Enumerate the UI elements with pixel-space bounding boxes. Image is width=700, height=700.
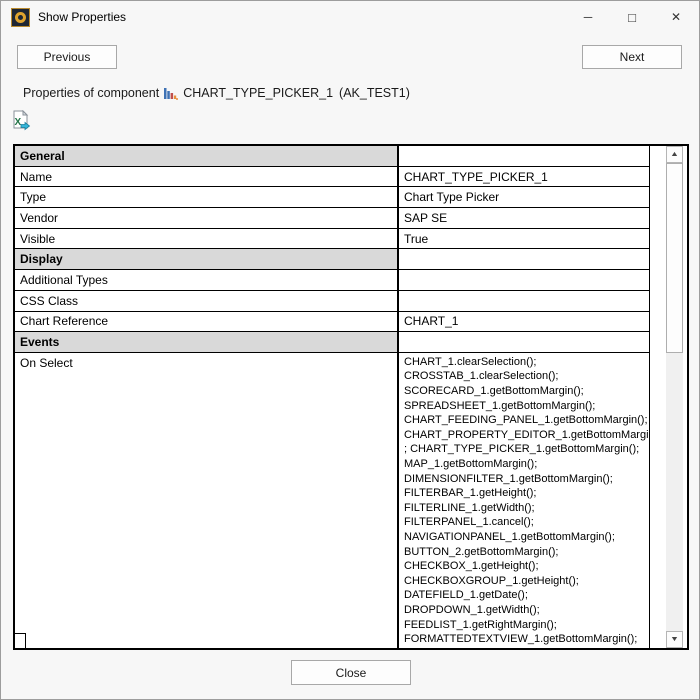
code-line: SPREADSHEET_1.getBottomMargin(); [404,399,649,414]
properties-table-rows: GeneralNameCHART_TYPE_PICKER_1TypeChart … [15,146,650,648]
property-label: On Select [15,353,399,648]
property-value[interactable]: Chart Type Picker [399,187,649,207]
code-line: FILTERLINE_1.getWidth(); [404,501,649,516]
code-line: FILTERPANEL_1.cancel(); [404,515,649,530]
code-line: FEEDLIST_1.getRightMargin(); [404,618,649,633]
table-bottom-notch [15,633,26,648]
table-row[interactable]: Events [15,332,649,353]
property-label: CSS Class [15,291,399,311]
table-row[interactable]: General [15,146,649,167]
property-label: Additional Types [15,270,399,290]
table-row[interactable]: Additional Types [15,270,649,291]
property-value [399,332,649,352]
property-value[interactable] [399,270,649,290]
property-value[interactable]: CHART_1 [399,312,649,332]
section-header-label: General [15,146,399,166]
property-value [399,249,649,269]
property-label: Name [15,167,399,187]
property-label: Visible [15,229,399,249]
table-row[interactable]: CSS Class [15,291,649,312]
code-line: ; CHART_TYPE_PICKER_1.getBottomMargin(); [404,442,649,457]
section-header-label: Display [15,249,399,269]
section-header-label: Events [15,332,399,352]
close-button[interactable]: Close [291,660,411,685]
code-line: CROSSTAB_1.clearSelection(); [404,369,649,384]
close-icon: ✕ [671,11,681,23]
property-label: Vendor [15,208,399,228]
svg-text:X: X [15,117,22,128]
code-line: CHECKBOXGROUP_1.getHeight(); [404,574,649,589]
window-title: Show Properties [38,10,126,24]
previous-button[interactable]: Previous [17,45,117,69]
property-value [399,146,649,166]
property-value[interactable]: CHART_1.clearSelection();CROSSTAB_1.clea… [399,353,649,648]
scroll-down-icon: ▼ [670,636,679,643]
code-line: MAP_1.getBottomMargin(); [404,457,649,472]
minimize-button[interactable]: ─ [566,2,610,32]
code-line: NAVIGATIONPANEL_1.getBottomMargin(); [404,530,649,545]
code-line: CHART_1.clearSelection(); [404,355,649,370]
property-label: Chart Reference [15,312,399,332]
property-value[interactable]: CHART_TYPE_PICKER_1 [399,167,649,187]
table-row[interactable]: Chart ReferenceCHART_1 [15,312,649,333]
property-label: Type [15,187,399,207]
show-properties-dialog: Show Properties ─ □ ✕ Previous Next Prop… [0,0,700,700]
code-line: SCORECARD_1.getBottomMargin(); [404,384,649,399]
app-icon [11,8,30,27]
table-row[interactable]: VendorSAP SE [15,208,649,229]
export-to-excel-icon[interactable]: X [10,110,31,131]
maximize-button[interactable]: □ [610,2,654,32]
code-line: DROPDOWN_1.getWidth(); [404,603,649,618]
table-row[interactable]: Display [15,249,649,270]
code-line: DIMENSIONFILTER_1.getBottomMargin(); [404,472,649,487]
minimize-icon: ─ [584,11,593,23]
scrollbar-thumb[interactable] [666,163,683,353]
component-name: CHART_TYPE_PICKER_1 [183,86,333,100]
window-controls: ─ □ ✕ [566,2,698,32]
code-line: CHART_FEEDING_PANEL_1.getBottomMargin(); [404,413,649,428]
property-value[interactable]: SAP SE [399,208,649,228]
table-row[interactable]: VisibleTrue [15,229,649,250]
table-row[interactable]: NameCHART_TYPE_PICKER_1 [15,167,649,188]
properties-table: GeneralNameCHART_TYPE_PICKER_1TypeChart … [13,144,689,650]
bar-chart-icon [164,87,178,100]
close-window-button[interactable]: ✕ [654,2,698,32]
code-line: CHART_PROPERTY_EDITOR_1.getBottomMargin(… [404,428,649,443]
code-line: FORMATTEDTEXTVIEW_1.getBottomMargin(); [404,632,649,647]
code-line: BUTTON_2.getBottomMargin(); [404,545,649,560]
app-logo-ring [15,12,26,23]
property-value[interactable] [399,291,649,311]
caption-prefix: Properties of component [23,86,159,100]
next-button[interactable]: Next [582,45,682,69]
scroll-down-button[interactable]: ▼ [666,631,683,648]
table-row[interactable]: On SelectCHART_1.clearSelection();CROSST… [15,353,649,648]
component-properties-caption: Properties of component CHART_TYPE_PICKE… [23,84,410,102]
maximize-icon: □ [628,11,636,24]
scroll-up-button[interactable]: ▲ [666,146,683,163]
scroll-up-icon: ▲ [670,151,679,158]
titlebar: Show Properties ─ □ ✕ [1,1,699,33]
vertical-scrollbar[interactable]: ▲ ▼ [666,146,683,648]
table-row[interactable]: TypeChart Type Picker [15,187,649,208]
code-line: CHECKBOX_1.getHeight(); [404,559,649,574]
property-value[interactable]: True [399,229,649,249]
code-line: DATEFIELD_1.getDate(); [404,588,649,603]
code-line: FILTERBAR_1.getHeight(); [404,486,649,501]
application-name: (AK_TEST1) [339,86,410,100]
